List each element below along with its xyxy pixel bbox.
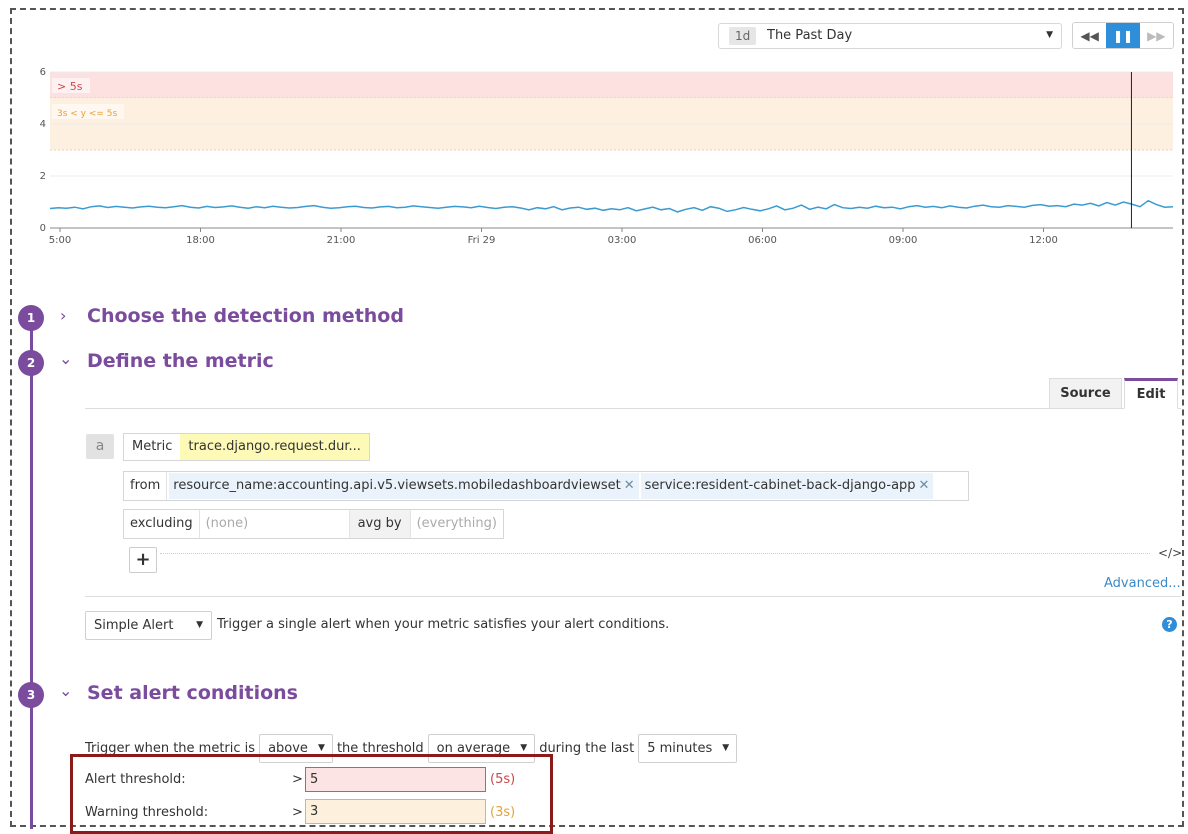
caret-down-icon: ▼ (1046, 30, 1053, 40)
window-value: 5 minutes (647, 740, 713, 756)
series-line (49, 199, 1174, 213)
from-label: from (124, 472, 168, 500)
metric-field[interactable]: Metric trace.django.request.dur... (123, 433, 370, 461)
step-3-title[interactable]: Set alert conditions (87, 682, 298, 704)
steps-line (30, 318, 33, 829)
window-select[interactable]: 5 minutes ▼ (638, 733, 738, 763)
x-tick-label: 12:00 (1029, 235, 1058, 246)
monitor-editor-page: 1d The Past Day ▼ ◀◀ ❚❚ ▶▶ > 5s 3s < y <=… (0, 0, 1188, 834)
close-icon[interactable]: ✕ (919, 478, 930, 493)
x-tick-label: 5:00 (49, 235, 71, 246)
x-tick-label: 03:00 (608, 235, 637, 246)
step-3-number: 3 (18, 682, 44, 708)
code-toggle-icon[interactable]: </> (1158, 546, 1182, 560)
timeframe-select[interactable]: 1d The Past Day ▼ (718, 23, 1062, 49)
y-tick-label: 6 (40, 67, 46, 78)
tag-text: service:resident-cabinet-back-django-app (644, 478, 916, 493)
band-label: 3s < y <= 5s (57, 109, 118, 119)
tag-pill[interactable]: resource_name:accounting.api.v5.viewsets… (169, 473, 639, 499)
caret-down-icon: ▼ (196, 620, 203, 630)
threshold-highlight-box (70, 754, 553, 834)
chevron-down-icon[interactable]: ⌄ (59, 681, 72, 700)
tab-edit[interactable]: Edit (1124, 378, 1178, 409)
avgby-label: avg by (348, 510, 410, 538)
excluding-label: excluding (130, 516, 193, 531)
step-1-title[interactable]: Choose the detection method (87, 305, 404, 327)
metric-label: Metric (124, 434, 181, 460)
tab-source[interactable]: Source (1049, 378, 1122, 409)
y-tick-label: 4 (40, 119, 46, 130)
x-tick-label: 21:00 (327, 235, 356, 246)
step-2-title[interactable]: Define the metric (87, 350, 274, 372)
x-tick-label: Fri 29 (468, 235, 496, 246)
advanced-link[interactable]: Advanced... (1104, 576, 1181, 591)
step-1-number: 1 (18, 305, 44, 331)
help-icon[interactable]: ? (1162, 617, 1177, 632)
caret-down-icon: ▼ (722, 742, 730, 753)
fast-forward-icon[interactable]: ▶▶ (1139, 23, 1173, 48)
alert-type-description: Trigger a single alert when your metric … (217, 617, 670, 632)
y-tick-label: 2 (40, 171, 46, 182)
timeframe-badge: 1d (729, 27, 757, 45)
playback-controls: ◀◀ ❚❚ ▶▶ (1072, 22, 1174, 49)
avgby-input[interactable]: (everything) (409, 510, 503, 538)
x-tick-label: 18:00 (186, 235, 215, 246)
metric-chart: > 5s 3s < y <= 5s 0 2 4 6 5:00 18:00 21:00 Fri 29… (40, 67, 1174, 246)
fast-backward-icon[interactable]: ◀◀ (1073, 23, 1107, 48)
tabs-divider (85, 408, 1181, 409)
excluding-input[interactable]: (none) (198, 510, 349, 538)
tag-pill[interactable]: service:resident-cabinet-back-django-app… (640, 473, 934, 499)
tag-text: resource_name:accounting.api.v5.viewsets… (173, 478, 621, 493)
alert-type-select[interactable]: Simple Alert ▼ (85, 611, 212, 640)
band-label: > 5s (57, 80, 83, 93)
x-tick-label: 09:00 (889, 235, 918, 246)
x-tick-label: 06:00 (748, 235, 777, 246)
step-2-number: 2 (18, 350, 44, 376)
threshold-band (50, 72, 1173, 98)
from-field[interactable]: from resource_name:accounting.api.v5.vie… (123, 471, 969, 501)
alert-type-value: Simple Alert (94, 618, 174, 633)
section-divider (85, 596, 1181, 597)
y-tick-label: 0 (40, 223, 46, 234)
close-icon[interactable]: ✕ (624, 478, 635, 493)
metric-value[interactable]: trace.django.request.dur... (180, 434, 369, 460)
chevron-down-icon[interactable]: ⌄ (59, 349, 72, 368)
chevron-right-icon[interactable]: › (60, 306, 66, 325)
pause-icon[interactable]: ❚❚ (1106, 23, 1140, 48)
query-letter: a (86, 434, 114, 459)
add-query-button[interactable]: + (129, 547, 157, 573)
excluding-field[interactable]: excluding (none) avg by (everything) (123, 509, 504, 539)
condition-during: during the last (539, 740, 635, 756)
timeframe-label: The Past Day (767, 28, 853, 43)
dotted-divider (160, 553, 1150, 554)
